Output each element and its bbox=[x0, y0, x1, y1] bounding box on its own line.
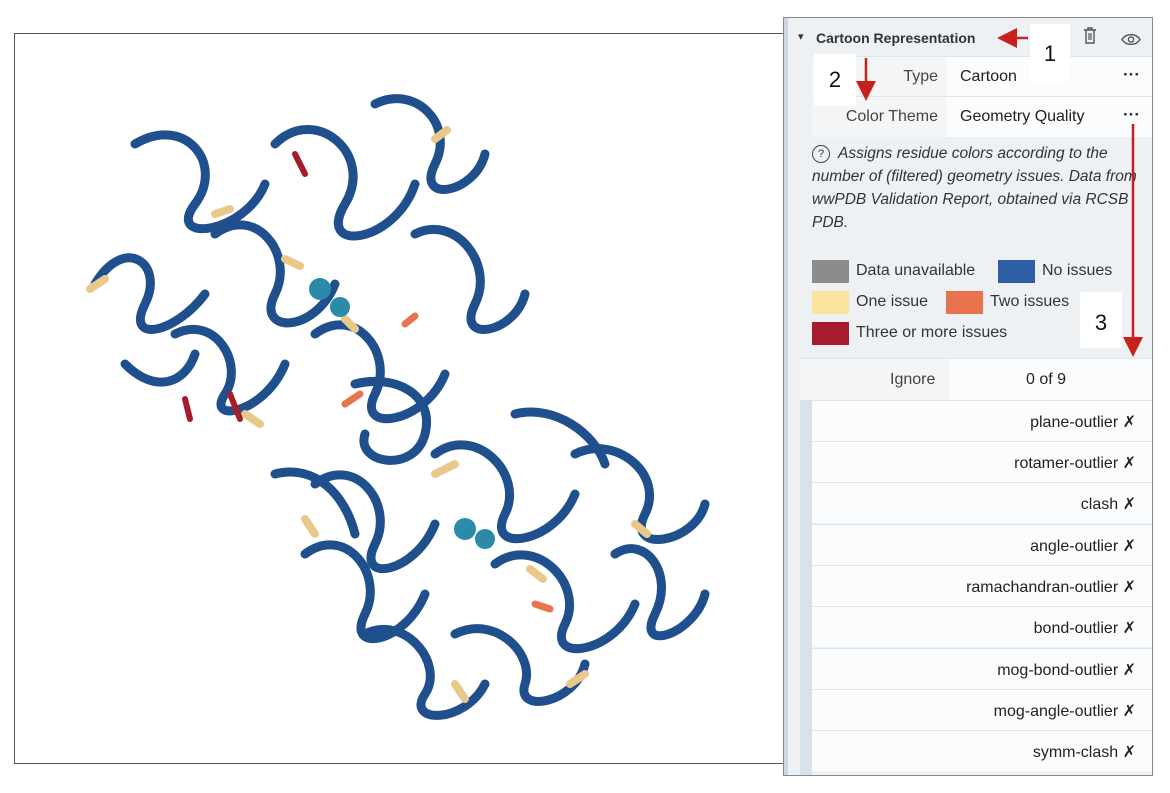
legend-swatch-one-issue bbox=[812, 291, 849, 314]
ignore-item-label: mog-angle-outlier ✗ bbox=[993, 703, 1136, 720]
ignore-item-label: bond-outlier ✗ bbox=[1033, 620, 1136, 637]
trash-icon[interactable] bbox=[1083, 27, 1097, 49]
ignore-item-mog-angle-outlier[interactable]: mog-angle-outlier ✗ bbox=[812, 689, 1152, 730]
type-label: Type bbox=[903, 68, 938, 85]
ignore-item-label: clash ✗ bbox=[1080, 496, 1136, 513]
legend-label-three-issues: Three or more issues bbox=[856, 324, 1008, 341]
ignore-value-field[interactable]: 0 of 9 bbox=[950, 359, 1152, 401]
type-row[interactable]: Type Cartoon ··· bbox=[812, 56, 1152, 97]
panel-header[interactable]: ▾ Cartoon Representation bbox=[788, 18, 1152, 56]
type-value: Cartoon bbox=[960, 68, 1017, 85]
legend-row-1: Data unavailable No issues bbox=[812, 260, 1152, 290]
ignore-item-label: mog-bond-outlier ✗ bbox=[997, 662, 1136, 679]
annotation-number-2: 2 bbox=[814, 54, 856, 106]
ignore-list-indent-bar bbox=[800, 400, 812, 775]
panel-title: Cartoon Representation bbox=[816, 30, 976, 46]
annotation-number-1: 1 bbox=[1030, 24, 1070, 82]
molecule-viewer[interactable] bbox=[14, 33, 787, 764]
legend-swatch-three-issues bbox=[812, 322, 849, 345]
description-text: Assigns residue colors according to the … bbox=[812, 145, 1137, 231]
ignore-item-plane-outlier[interactable]: plane-outlier ✗ bbox=[812, 400, 1152, 441]
ignore-item-angle-outlier[interactable]: angle-outlier ✗ bbox=[812, 524, 1152, 565]
ignore-item-symm-clash[interactable]: symm-clash ✗ bbox=[812, 730, 1152, 771]
annotation-number-3: 3 bbox=[1080, 292, 1122, 348]
ignore-item-label: plane-outlier ✗ bbox=[1030, 414, 1136, 431]
color-theme-value: Geometry Quality bbox=[960, 108, 1085, 125]
ignore-item-ramachandran-outlier[interactable]: ramachandran-outlier ✗ bbox=[812, 565, 1152, 606]
legend-swatch-no-issues bbox=[998, 260, 1035, 283]
color-theme-label: Color Theme bbox=[845, 108, 938, 125]
ignore-item-clash[interactable]: clash ✗ bbox=[812, 482, 1152, 523]
theme-description: ? Assigns residue colors according to the… bbox=[812, 142, 1140, 234]
legend-label-one-issue: One issue bbox=[856, 293, 929, 310]
ignore-item-label: symm-clash ✗ bbox=[1032, 744, 1136, 761]
protein-structure-render bbox=[86, 94, 710, 720]
legend-label-two-issues: Two issues bbox=[990, 293, 1070, 310]
ignore-value: 0 of 9 bbox=[1026, 371, 1067, 388]
legend-swatch-two-issues bbox=[946, 291, 983, 314]
legend-label-unavailable: Data unavailable bbox=[856, 262, 976, 279]
ignore-item-label: angle-outlier ✗ bbox=[1030, 538, 1136, 555]
type-more-icon[interactable]: ··· bbox=[1123, 65, 1140, 85]
panel-accent-bar bbox=[784, 18, 788, 775]
eye-icon[interactable] bbox=[1121, 31, 1141, 51]
question-circle-icon: ? bbox=[812, 145, 830, 163]
ignore-item-label: rotamer-outlier ✗ bbox=[1014, 455, 1136, 472]
color-theme-more-icon[interactable]: ··· bbox=[1123, 105, 1140, 125]
representation-panel: ▾ Cartoon Representation Type Cartoon ··… bbox=[783, 17, 1153, 776]
color-theme-row[interactable]: Color Theme Geometry Quality ··· bbox=[812, 96, 1152, 137]
ignore-item-rotamer-outlier[interactable]: rotamer-outlier ✗ bbox=[812, 441, 1152, 482]
legend-label-no-issues: No issues bbox=[1042, 262, 1113, 279]
color-theme-select[interactable]: Geometry Quality bbox=[946, 97, 1152, 137]
ignore-row[interactable]: Ignore 0 of 9 bbox=[800, 358, 1152, 401]
ignore-item-bond-outlier[interactable]: bond-outlier ✗ bbox=[812, 606, 1152, 647]
chevron-down-icon[interactable]: ▾ bbox=[798, 30, 804, 43]
ignore-item-mog-bond-outlier[interactable]: mog-bond-outlier ✗ bbox=[812, 648, 1152, 689]
ignore-list: plane-outlier ✗ rotamer-outlier ✗ clash … bbox=[800, 400, 1152, 775]
legend-swatch-unavailable bbox=[812, 260, 849, 283]
ignore-item-label: ramachandran-outlier ✗ bbox=[966, 579, 1136, 596]
ignore-label: Ignore bbox=[890, 371, 936, 388]
